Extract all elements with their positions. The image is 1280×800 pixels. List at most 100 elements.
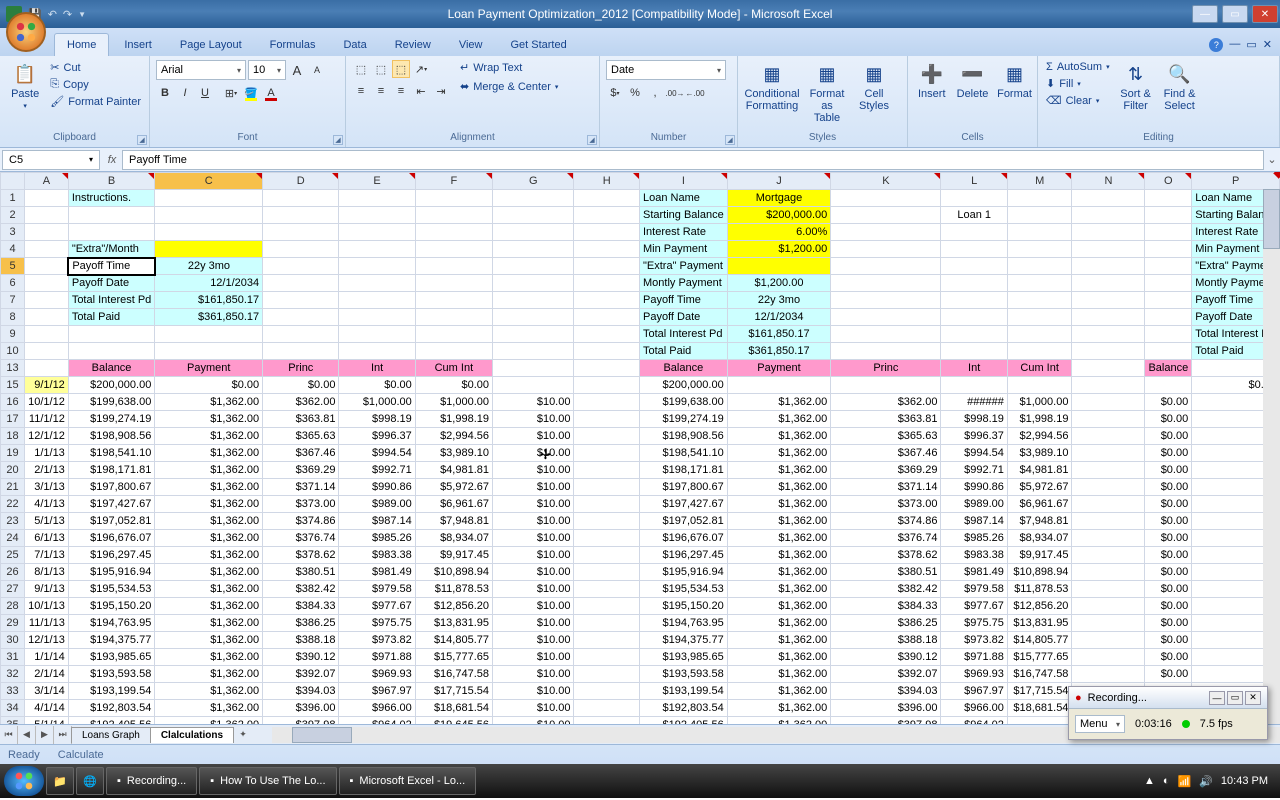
cell[interactable]: Int [339, 360, 415, 377]
bold-button[interactable]: B [156, 84, 174, 102]
cell[interactable] [574, 428, 640, 445]
cell[interactable]: 6/1/13 [25, 530, 69, 547]
cell[interactable]: Instructions. [68, 190, 155, 207]
doc-minimize-icon[interactable]: — [1229, 38, 1240, 52]
taskbar-item[interactable]: 📁 [46, 767, 74, 795]
system-tray[interactable]: ▲ ◐ 📶 🔊 10:43 PM [1144, 775, 1276, 788]
col-header[interactable]: E [339, 173, 415, 190]
cell[interactable]: $0.00 [155, 377, 263, 394]
office-button[interactable] [6, 12, 46, 52]
cell[interactable] [1145, 326, 1192, 343]
cell[interactable]: $1,362.00 [155, 496, 263, 513]
orientation-icon[interactable]: ↗▾ [412, 60, 430, 78]
cell[interactable]: 3/1/14 [25, 683, 69, 700]
cell[interactable]: $0.00 [1145, 496, 1192, 513]
cell[interactable]: $1,362.00 [155, 445, 263, 462]
cell[interactable] [1072, 445, 1145, 462]
cell[interactable]: $392.07 [263, 666, 339, 683]
formula-input[interactable]: Payoff Time [122, 150, 1264, 170]
autosum-button[interactable]: ΣAutoSum▾ [1044, 60, 1112, 74]
cell[interactable]: $1,362.00 [155, 700, 263, 717]
cell[interactable] [574, 292, 640, 309]
cell[interactable]: 7/1/13 [25, 547, 69, 564]
cell[interactable]: $10.00 [493, 564, 574, 581]
cell[interactable]: $2,994.56 [415, 428, 492, 445]
col-header[interactable]: M [1007, 173, 1072, 190]
cell[interactable]: Balance [68, 360, 155, 377]
row-header[interactable]: 19 [1, 445, 25, 462]
cell[interactable]: Mortgage [727, 190, 831, 207]
cell[interactable] [1007, 326, 1072, 343]
cell[interactable]: $12,856.20 [1007, 598, 1072, 615]
cell[interactable]: $0.00 [1145, 428, 1192, 445]
cell[interactable]: 1/1/13 [25, 445, 69, 462]
cell[interactable]: $10.00 [493, 411, 574, 428]
cell[interactable] [574, 190, 640, 207]
cell[interactable] [941, 326, 1007, 343]
taskbar-item[interactable]: ▪How To Use The Lo... [199, 767, 336, 795]
cell[interactable] [339, 309, 415, 326]
cell[interactable]: $1,000.00 [339, 394, 415, 411]
cell[interactable] [25, 275, 69, 292]
cell[interactable]: $0.00 [263, 377, 339, 394]
cell[interactable] [941, 275, 1007, 292]
cell[interactable]: $376.74 [831, 530, 941, 547]
cell[interactable]: Payment [727, 360, 831, 377]
cell[interactable] [1072, 615, 1145, 632]
cell[interactable]: $10.00 [493, 513, 574, 530]
cell[interactable]: $10.00 [493, 666, 574, 683]
cell[interactable]: 5/1/13 [25, 513, 69, 530]
cell[interactable]: $374.86 [831, 513, 941, 530]
col-header[interactable]: O [1145, 173, 1192, 190]
cell[interactable]: $14,805.77 [1007, 632, 1072, 649]
cell[interactable]: $194,763.95 [639, 615, 727, 632]
sheet-nav-prev[interactable]: ◀ [18, 726, 36, 744]
cell[interactable] [1072, 275, 1145, 292]
cell[interactable]: $197,427.67 [68, 496, 155, 513]
row-header[interactable]: 8 [1, 309, 25, 326]
cell[interactable] [574, 394, 640, 411]
cell[interactable]: $10.00 [493, 683, 574, 700]
cell[interactable] [415, 275, 492, 292]
cell[interactable]: 2/1/14 [25, 666, 69, 683]
row-header[interactable]: 4 [1, 241, 25, 258]
cell[interactable]: $161,850.17 [155, 292, 263, 309]
cell[interactable] [25, 224, 69, 241]
cell[interactable] [1145, 309, 1192, 326]
cell[interactable]: Total Interest Pd [68, 292, 155, 309]
cell[interactable] [1072, 411, 1145, 428]
cell[interactable] [574, 309, 640, 326]
cell[interactable] [831, 292, 941, 309]
cell[interactable] [493, 292, 574, 309]
cell[interactable]: Min Payment [639, 241, 727, 258]
cell[interactable]: $197,052.81 [639, 513, 727, 530]
cell[interactable] [831, 241, 941, 258]
cell[interactable] [339, 224, 415, 241]
cell[interactable] [1145, 275, 1192, 292]
cell[interactable] [574, 445, 640, 462]
cell[interactable]: $195,534.53 [68, 581, 155, 598]
cell[interactable]: $1,362.00 [155, 462, 263, 479]
cell[interactable]: $388.18 [263, 632, 339, 649]
cell[interactable]: $1,362.00 [727, 598, 831, 615]
col-header[interactable]: H [574, 173, 640, 190]
cell[interactable]: $378.62 [263, 547, 339, 564]
row-header[interactable]: 21 [1, 479, 25, 496]
sheet-tab[interactable]: Loans Graph [71, 727, 151, 743]
merge-center-button[interactable]: ⬌Merge & Center▾ [458, 79, 560, 94]
cell[interactable] [1007, 207, 1072, 224]
cell[interactable]: $1,362.00 [155, 564, 263, 581]
cell[interactable]: $367.46 [831, 445, 941, 462]
row-header[interactable]: 6 [1, 275, 25, 292]
cell[interactable]: $197,052.81 [68, 513, 155, 530]
clear-button[interactable]: ⌫Clear▾ [1044, 93, 1112, 108]
cell[interactable] [1072, 258, 1145, 275]
underline-button[interactable]: U [196, 84, 214, 102]
col-header[interactable]: F [415, 173, 492, 190]
cell[interactable]: 9/1/12 [25, 377, 69, 394]
cell[interactable]: $10.00 [493, 530, 574, 547]
cell[interactable] [574, 462, 640, 479]
cell[interactable]: $382.42 [263, 581, 339, 598]
cell[interactable]: $193,985.65 [639, 649, 727, 666]
cell[interactable]: $199,274.19 [639, 411, 727, 428]
